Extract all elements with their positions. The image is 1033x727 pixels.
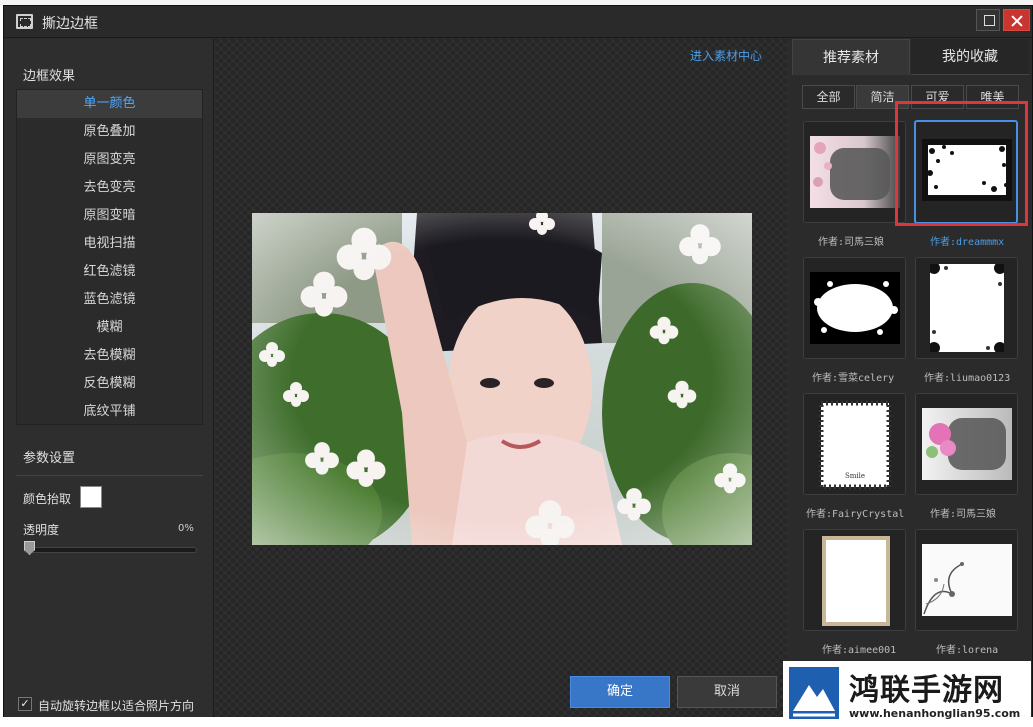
site-watermark: 鸿联手游网 www.henanhonglian95.com bbox=[783, 661, 1031, 724]
params-divider bbox=[16, 475, 203, 476]
material-center-link[interactable]: 进入素材中心 bbox=[690, 47, 762, 64]
thumbnail-image: Smile bbox=[818, 400, 892, 490]
preview-photo bbox=[252, 213, 752, 545]
thumbnail-author: 作者:dreammmx bbox=[930, 237, 1005, 248]
maximize-button[interactable] bbox=[976, 9, 1000, 31]
thumbnail-item[interactable] bbox=[803, 257, 906, 359]
opacity-value: 0% bbox=[178, 523, 194, 534]
watermark-url: www.henanhonglian95.com bbox=[849, 707, 1021, 720]
auto-rotate-label: 自动旋转边框以适合照片方向 bbox=[38, 699, 195, 713]
params-title: 参数设置 bbox=[23, 451, 76, 466]
effect-item[interactable]: 原色叠加 bbox=[17, 118, 202, 146]
opacity-slider[interactable] bbox=[24, 547, 197, 553]
color-pick-label: 颜色抬取 bbox=[23, 492, 72, 506]
effect-item[interactable]: 电视扫描 bbox=[17, 230, 202, 258]
thumbnail-author: 作者:aimee001 bbox=[822, 645, 897, 656]
watermark-logo bbox=[789, 667, 839, 719]
cancel-button[interactable]: 取消 bbox=[677, 676, 777, 708]
thumbnail-image bbox=[810, 136, 900, 208]
selection-highlight-box bbox=[895, 101, 1028, 226]
window-title: 撕边边框 bbox=[42, 16, 98, 32]
effect-item[interactable]: 原图变暗 bbox=[17, 202, 202, 230]
thumbnail-item[interactable] bbox=[803, 121, 906, 223]
thumbnail-image bbox=[822, 536, 890, 626]
thumbnail-image bbox=[922, 408, 1012, 480]
effect-item[interactable]: 反色模糊 bbox=[17, 370, 202, 398]
thumbnail-item[interactable] bbox=[803, 529, 906, 631]
effects-title: 边框效果 bbox=[23, 69, 76, 84]
title-bar: 撕边边框 bbox=[4, 6, 1032, 38]
ok-button[interactable]: 确定 bbox=[570, 676, 670, 708]
thumbnail-author: 作者:lorena bbox=[936, 645, 999, 656]
svg-text:Smile: Smile bbox=[845, 472, 865, 480]
tab-recommended[interactable]: 推荐素材 bbox=[792, 39, 910, 75]
border-dialog: 撕边边框 边框效果 单一颜色 原色叠加 原图变亮 去色变亮 原图变暗 电视扫描 … bbox=[3, 5, 1033, 717]
preview-area: 进入素材中心 确定 取消 bbox=[215, 39, 787, 717]
effect-item[interactable]: 单一颜色 bbox=[17, 90, 202, 118]
watermark-title: 鸿联手游网 bbox=[849, 673, 1004, 708]
color-swatch[interactable] bbox=[80, 486, 102, 508]
frame-icon bbox=[16, 14, 33, 29]
thumbnail-item[interactable]: Smile bbox=[803, 393, 906, 495]
tab-favorites[interactable]: 我的收藏 bbox=[911, 39, 1029, 75]
thumbnail-author: 作者:雪菜celery bbox=[812, 373, 895, 384]
auto-rotate-checkbox[interactable]: ✓ bbox=[18, 697, 32, 711]
effect-item[interactable]: 去色变亮 bbox=[17, 174, 202, 202]
effect-item[interactable]: 模糊 bbox=[17, 314, 202, 342]
subtab-all[interactable]: 全部 bbox=[802, 85, 855, 109]
thumbnail-item[interactable] bbox=[915, 529, 1018, 631]
effects-list: 单一颜色 原色叠加 原图变亮 去色变亮 原图变暗 电视扫描 红色滤镜 蓝色滤镜 … bbox=[16, 89, 203, 425]
thumbnail-image bbox=[922, 544, 1012, 616]
thumbnail-author: 作者:司馬三娘 bbox=[930, 509, 997, 520]
effect-item[interactable]: 蓝色滤镜 bbox=[17, 286, 202, 314]
thumbnail-author: 作者:FairyCrystal bbox=[806, 509, 905, 520]
close-button[interactable] bbox=[1003, 9, 1030, 31]
thumbnail-author: 作者:liumao0123 bbox=[924, 373, 1011, 384]
opacity-label: 透明度 bbox=[23, 523, 60, 537]
photo-image bbox=[252, 213, 752, 545]
thumbnail-image bbox=[930, 264, 1004, 352]
effect-item[interactable]: 去色模糊 bbox=[17, 342, 202, 370]
effect-item[interactable]: 红色滤镜 bbox=[17, 258, 202, 286]
thumbnail-author: 作者:司馬三娘 bbox=[818, 237, 885, 248]
thumbnail-item[interactable] bbox=[915, 257, 1018, 359]
effect-item[interactable]: 底纹平铺 bbox=[17, 398, 202, 426]
thumbnail-item[interactable] bbox=[915, 393, 1018, 495]
effect-item[interactable]: 原图变亮 bbox=[17, 146, 202, 174]
thumbnail-image bbox=[810, 272, 900, 344]
left-panel: 边框效果 单一颜色 原色叠加 原图变亮 去色变亮 原图变暗 电视扫描 红色滤镜 … bbox=[4, 39, 214, 717]
